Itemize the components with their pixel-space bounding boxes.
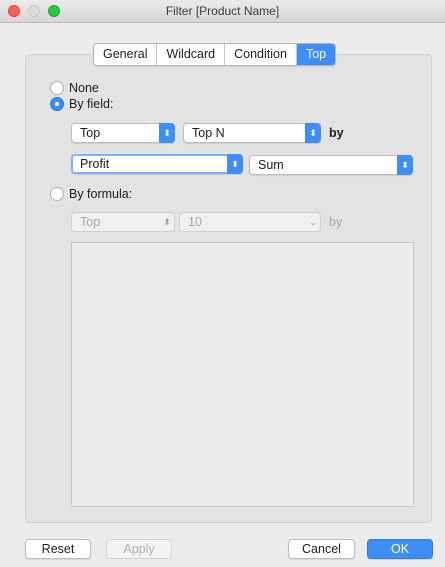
none-radio[interactable] [50, 81, 64, 95]
title-bar: Filter [Product Name] [0, 0, 445, 23]
formula-editor[interactable] [71, 242, 414, 507]
none-option[interactable]: None [50, 81, 99, 95]
by-formula-radio[interactable] [50, 187, 64, 201]
tab-condition[interactable]: Condition [225, 44, 297, 65]
by-formula-direction-value: Top [80, 215, 101, 229]
chevron-updown-icon: ⬍ [397, 155, 413, 175]
by-field-aggregation-value: Sum [258, 158, 284, 172]
by-field-radio[interactable] [50, 97, 64, 111]
by-field-label: By field: [69, 97, 114, 111]
cancel-button[interactable]: Cancel [288, 539, 355, 559]
by-field-direction-select[interactable]: Top ⬍ [71, 123, 175, 143]
chevron-updown-icon: ⬍ [163, 217, 171, 227]
by-field-by-label: by [329, 126, 344, 140]
by-field-option[interactable]: By field: [50, 97, 113, 111]
window-title: Filter [Product Name] [165, 4, 280, 18]
by-formula-count-combo[interactable]: 10 ⌄ [179, 212, 321, 232]
by-field-count-select[interactable]: Top N ⬍ [183, 123, 321, 143]
by-field-field-select[interactable]: Profit ⬍ [71, 154, 243, 174]
chevron-down-icon: ⌄ [309, 217, 317, 227]
by-field-field-value: Profit [80, 157, 110, 171]
by-formula-option[interactable]: By formula: [50, 187, 132, 201]
apply-button[interactable]: Apply [106, 539, 172, 559]
by-field-count-value: Top N [192, 126, 225, 140]
ok-button[interactable]: OK [367, 539, 433, 559]
chevron-updown-icon: ⬍ [227, 154, 243, 174]
by-formula-label: By formula: [69, 187, 133, 201]
chevron-updown-icon: ⬍ [305, 123, 321, 143]
tab-wildcard[interactable]: Wildcard [157, 44, 226, 65]
by-field-direction-value: Top [80, 126, 101, 140]
by-formula-by-label: by [329, 215, 343, 229]
by-formula-direction-select[interactable]: Top ⬍ [71, 212, 175, 232]
tab-general[interactable]: General [94, 44, 158, 65]
none-label: None [69, 81, 99, 95]
tab-top[interactable]: Top [296, 44, 336, 65]
reset-button[interactable]: Reset [25, 539, 91, 559]
chevron-updown-icon: ⬍ [159, 123, 175, 143]
tab-bar: General Wildcard Condition Top [93, 43, 337, 66]
by-field-aggregation-select[interactable]: Sum ⬍ [249, 155, 413, 175]
by-formula-count-value: 10 [188, 215, 202, 229]
